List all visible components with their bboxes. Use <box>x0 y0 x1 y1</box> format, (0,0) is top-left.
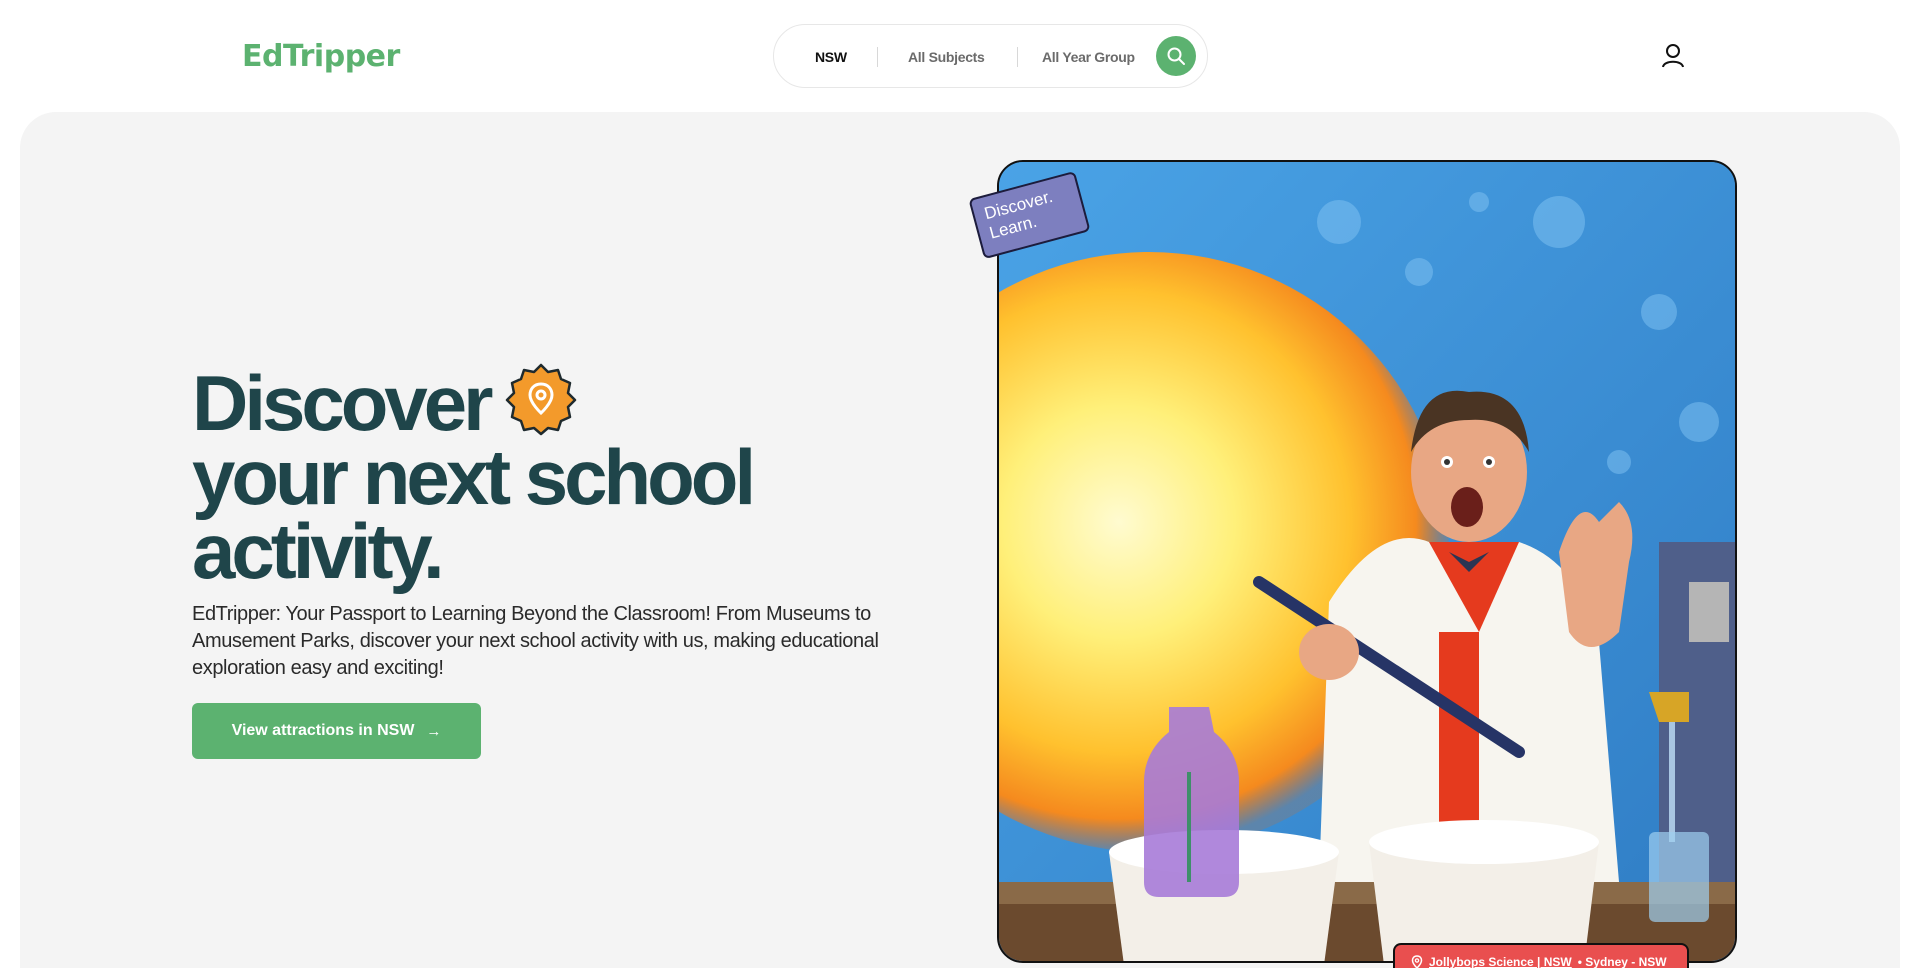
site-header: EdTripper NSW All Subjects All Year Grou… <box>0 0 1920 112</box>
edtripper-logo[interactable]: EdTripper <box>242 36 400 76</box>
search-icon <box>1167 47 1185 65</box>
year-group-selector[interactable]: All Year Group <box>1042 49 1135 65</box>
attraction-location: • Sydney - NSW <box>1577 955 1667 968</box>
arrow-right-icon: → <box>426 722 442 740</box>
view-attractions-button[interactable]: View attractions in NSW → <box>192 703 481 759</box>
account-button[interactable] <box>1660 42 1686 68</box>
search-bar: NSW All Subjects All Year Group <box>773 24 1208 88</box>
hero-section: Discover your next school activity. EdTr… <box>20 112 1900 968</box>
divider <box>877 47 878 67</box>
cta-label: View attractions in NSW <box>231 722 415 739</box>
search-button[interactable] <box>1156 36 1196 76</box>
attraction-link[interactable]: Jollybops Science | NSW <box>1429 955 1572 968</box>
photo-caption: Jollybops Science | NSW • Sydney - NSW <box>1393 943 1689 968</box>
hero-photo <box>997 160 1737 963</box>
headline-line-2: your next school <box>192 433 756 521</box>
hero-description: EdTripper: Your Passport to Learning Bey… <box>192 603 879 679</box>
user-icon <box>1662 44 1684 68</box>
state-selector[interactable]: NSW <box>815 49 847 65</box>
divider <box>1017 47 1018 67</box>
logo-text: EdTripper <box>242 38 400 74</box>
hero-headline: Discover your next school activity. <box>192 362 952 595</box>
location-pin-icon <box>1411 955 1423 968</box>
subject-selector[interactable]: All Subjects <box>908 49 985 65</box>
location-pin-icon <box>504 362 578 436</box>
headline-line-3: activity. <box>192 507 445 595</box>
